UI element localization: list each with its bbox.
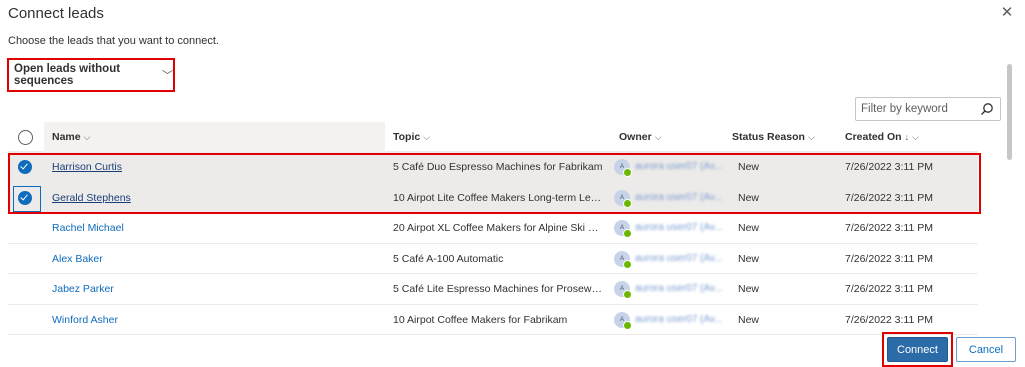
lead-topic: 20 Airpot XL Coffee Makers for Alpine Sk… bbox=[393, 222, 603, 234]
owner-name: aurora user07 (Av... bbox=[635, 283, 723, 294]
select-all-checkbox[interactable] bbox=[18, 130, 33, 145]
avatar: A bbox=[614, 189, 632, 208]
connect-button[interactable]: Connect bbox=[887, 337, 948, 362]
lead-topic: 5 Café A-100 Automatic bbox=[393, 252, 504, 265]
lead-created-on: 7/26/2022 3:11 PM bbox=[845, 313, 933, 326]
chevron-down-icon: ⌵ bbox=[83, 131, 91, 142]
chevron-down-icon: ﹀ bbox=[162, 70, 173, 82]
filter-input[interactable] bbox=[861, 103, 979, 115]
search-icon[interactable] bbox=[980, 102, 994, 116]
lead-created-on: 7/26/2022 3:11 PM bbox=[845, 191, 933, 204]
owner-name: aurora user07 (Av... bbox=[635, 252, 723, 264]
avatar: A bbox=[614, 250, 632, 269]
lead-owner[interactable]: A aurora user07 (Av... bbox=[614, 213, 724, 243]
column-header-topic[interactable]: Topic ⌵ bbox=[393, 122, 430, 152]
row-checkbox[interactable] bbox=[18, 190, 33, 206]
dialog-title: Connect leads bbox=[8, 5, 104, 22]
cancel-button[interactable]: Cancel bbox=[956, 337, 1016, 362]
lead-created-on: 7/26/2022 3:11 PM bbox=[845, 161, 933, 173]
owner-name: aurora user07 (Av... bbox=[635, 161, 723, 172]
owner-name: aurora user07 (Av... bbox=[635, 313, 723, 325]
lead-created-on: 7/26/2022 3:11 PM bbox=[845, 222, 933, 234]
checkmark-icon bbox=[18, 160, 32, 174]
lead-status: New bbox=[738, 161, 760, 173]
lead-name-link[interactable]: Harrison Curtis bbox=[52, 152, 382, 182]
column-header-name-label: Name bbox=[52, 131, 81, 143]
lead-status: New bbox=[738, 313, 760, 326]
lead-status: New bbox=[738, 283, 760, 295]
lead-created-on: 7/26/2022 3:11 PM bbox=[845, 283, 933, 295]
column-header-created[interactable]: Created On ↓ ⌵ bbox=[845, 122, 919, 152]
lead-topic: 10 Airpot Lite Coffee Makers Long-term L… bbox=[393, 191, 603, 204]
lead-name-link[interactable]: Winford Asher bbox=[52, 305, 382, 335]
chevron-down-icon: ⌵ bbox=[423, 131, 431, 142]
close-icon[interactable]: ✕ bbox=[998, 4, 1016, 22]
table-row[interactable]: Jabez Parker 5 Café Lite Espresso Machin… bbox=[8, 274, 978, 305]
table-row[interactable]: Rachel Michael 20 Airpot XL Coffee Maker… bbox=[8, 213, 978, 244]
avatar: A bbox=[614, 159, 632, 177]
lead-topic: 5 Café Lite Espresso Machines for Prosew… bbox=[393, 283, 603, 295]
column-header-name[interactable]: Name ⌵ bbox=[44, 122, 385, 152]
column-header-topic-label: Topic bbox=[393, 131, 421, 143]
avatar: A bbox=[614, 311, 632, 330]
lead-topic: 5 Café Duo Espresso Machines for Fabrika… bbox=[393, 161, 603, 173]
scrollbar[interactable] bbox=[1007, 64, 1012, 160]
dialog-subtitle: Choose the leads that you want to connec… bbox=[8, 35, 219, 47]
lead-owner[interactable]: A aurora user07 (Av... bbox=[614, 152, 724, 182]
lead-name-link[interactable]: Gerald Stephens bbox=[52, 183, 382, 213]
lead-topic: 10 Airpot Coffee Makers for Fabrikam bbox=[393, 313, 568, 326]
lead-status: New bbox=[738, 191, 760, 204]
column-header-status[interactable]: Status Reason ⌵ bbox=[732, 122, 815, 152]
column-header-created-label: Created On bbox=[845, 131, 902, 143]
avatar: A bbox=[614, 281, 632, 299]
lead-created-on: 7/26/2022 3:11 PM bbox=[845, 252, 933, 265]
chevron-down-icon: ⌵ bbox=[912, 131, 919, 142]
table-row[interactable]: Gerald Stephens 10 Airpot Lite Coffee Ma… bbox=[8, 182, 978, 213]
lead-owner[interactable]: A aurora user07 (Av... bbox=[614, 183, 724, 213]
owner-name: aurora user07 (Av... bbox=[635, 191, 723, 203]
chevron-down-icon: ⌵ bbox=[807, 131, 815, 142]
view-selector[interactable]: Open leads without sequences ﹀ bbox=[7, 58, 175, 92]
lead-status: New bbox=[738, 252, 760, 265]
table-row[interactable]: Winford Asher 10 Airpot Coffee Makers fo… bbox=[8, 305, 978, 335]
lead-rows: Harrison Curtis 5 Café Duo Espresso Mach… bbox=[8, 152, 978, 335]
lead-name-link[interactable]: Jabez Parker bbox=[52, 274, 382, 304]
lead-name-link[interactable]: Alex Baker bbox=[52, 244, 382, 274]
avatar: A bbox=[614, 220, 632, 238]
owner-name: aurora user07 (Av... bbox=[635, 222, 723, 233]
chevron-down-icon: ⌵ bbox=[654, 131, 662, 142]
lead-owner[interactable]: A aurora user07 (Av... bbox=[614, 305, 724, 335]
lead-owner[interactable]: A aurora user07 (Av... bbox=[614, 274, 724, 304]
view-selector-label: Open leads without sequences bbox=[14, 63, 121, 87]
row-checkbox[interactable] bbox=[18, 160, 33, 175]
lead-status: New bbox=[738, 222, 760, 234]
lead-name-link[interactable]: Rachel Michael bbox=[52, 213, 382, 243]
checkmark-icon bbox=[18, 190, 32, 205]
column-header-owner[interactable]: Owner ⌵ bbox=[619, 122, 662, 152]
grid-header: Name ⌵ Topic ⌵ Owner ⌵ Status Reason ⌵ Creat… bbox=[8, 122, 978, 152]
filter-box[interactable] bbox=[855, 97, 1001, 121]
column-header-owner-label: Owner bbox=[619, 131, 652, 143]
column-header-status-label: Status Reason bbox=[732, 131, 805, 143]
lead-owner[interactable]: A aurora user07 (Av... bbox=[614, 244, 724, 274]
sort-descending-icon: ↓ bbox=[904, 132, 910, 142]
table-row[interactable]: Harrison Curtis 5 Café Duo Espresso Mach… bbox=[8, 152, 978, 183]
table-row[interactable]: Alex Baker 5 Café A-100 Automatic A auro… bbox=[8, 244, 978, 274]
connect-button-highlight: Connect bbox=[882, 332, 953, 367]
